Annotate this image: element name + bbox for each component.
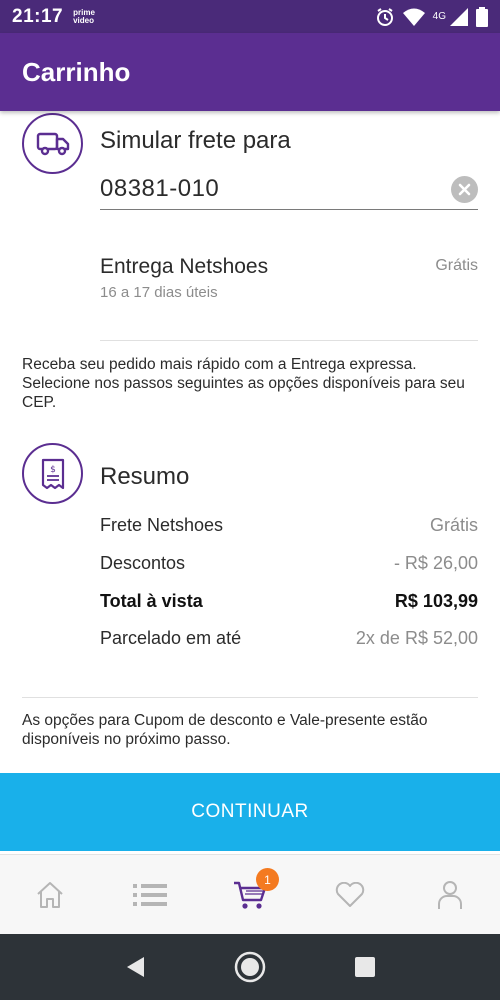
nav-favorites[interactable] [300, 855, 400, 934]
summary-label: Descontos [100, 552, 186, 573]
summary-row-shipping: Frete Netshoes Grátis [100, 513, 478, 537]
svg-text:$: $ [50, 465, 56, 475]
divider [22, 697, 478, 698]
truck-icon [22, 113, 83, 174]
page-title: Carrinho [22, 56, 131, 87]
clear-cep-button[interactable] [451, 176, 478, 203]
alarm-icon [376, 7, 393, 26]
signal-icon [450, 7, 468, 26]
prime-video-icon: prime video [73, 7, 95, 25]
summary-value: R$ 103,99 [394, 590, 478, 611]
summary-title: Resumo [100, 463, 190, 490]
nav-categories[interactable] [100, 855, 200, 934]
summary-row-discounts: Descontos - R$ 26,00 [100, 551, 478, 575]
summary-value: Grátis [429, 514, 478, 535]
nav-profile[interactable] [400, 855, 500, 934]
cart-content[interactable]: Simular frete para 08381-010 Entrega Net… [0, 111, 500, 773]
divider [100, 340, 478, 341]
status-time: 21:17 [12, 5, 64, 27]
summary-label: Parcelado em até [100, 627, 242, 648]
continue-button[interactable]: CONTINUAR [0, 773, 500, 851]
close-icon [458, 183, 471, 196]
home-icon [37, 881, 63, 908]
network-label: 4G [432, 11, 446, 22]
back-icon[interactable] [124, 955, 146, 979]
summary-label: Frete Netshoes [100, 514, 224, 535]
bottom-nav: 1 [0, 854, 500, 934]
wifi-icon [402, 8, 425, 26]
app-bar: Carrinho [0, 33, 500, 111]
heart-icon [335, 881, 365, 907]
delivery-option-price: Grátis [435, 257, 478, 274]
delivery-option-name: Entrega Netshoes [100, 255, 269, 278]
home-button-icon[interactable] [234, 951, 266, 983]
cep-input[interactable]: 08381-010 [100, 171, 478, 210]
profile-icon [438, 880, 462, 909]
nav-cart[interactable]: 1 [200, 855, 300, 934]
shipping-title: Simular frete para [100, 127, 291, 154]
cart-count-badge: 1 [256, 868, 279, 891]
summary-value: 2x de R$ 52,00 [355, 627, 478, 648]
spacer [22, 429, 478, 430]
status-bar: 21:17 prime video 4G [0, 0, 500, 33]
summary-row-total: Total à vista R$ 103,99 [100, 589, 478, 613]
delivery-option-eta: 16 a 17 dias úteis [100, 284, 218, 301]
coupon-note: As opções para Cupom de desconto e Vale-… [22, 712, 428, 748]
express-delivery-note: Receba seu pedido mais rápido com a Entr… [22, 356, 465, 411]
receipt-icon: $ [22, 443, 83, 504]
list-icon [133, 883, 167, 906]
summary-value: - R$ 26,00 [393, 552, 478, 573]
nav-home[interactable] [0, 855, 100, 934]
battery-icon [476, 6, 488, 27]
status-icons: 4G [375, 6, 488, 27]
system-nav-bar [0, 934, 500, 1000]
recents-icon[interactable] [354, 956, 376, 978]
summary-label: Total à vista [100, 590, 203, 611]
cep-value[interactable]: 08381-010 [100, 175, 219, 203]
summary-row-installments: Parcelado em até 2x de R$ 52,00 [100, 626, 478, 650]
